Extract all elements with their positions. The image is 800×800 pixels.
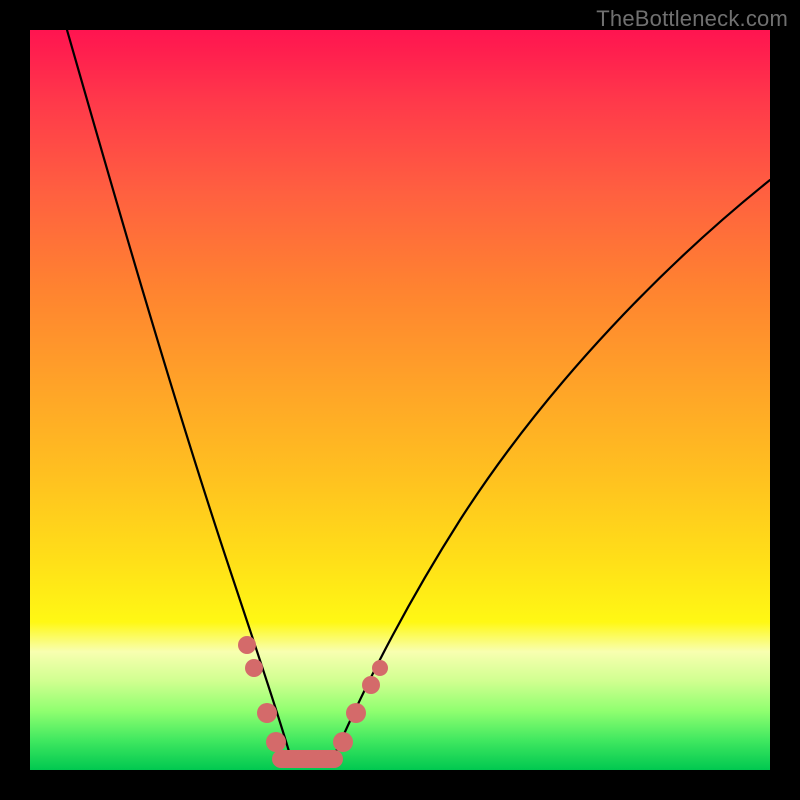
marker-dot [257, 703, 277, 723]
marker-dot [266, 732, 286, 752]
curve-left-branch [67, 30, 293, 765]
marker-dot [333, 732, 353, 752]
marker-dot [245, 659, 263, 677]
marker-dot [372, 660, 388, 676]
marker-dot [238, 636, 256, 654]
marker-dot [346, 703, 366, 723]
chart-frame: TheBottleneck.com [0, 0, 800, 800]
chart-svg [30, 30, 770, 770]
marker-dot [362, 676, 380, 694]
curve-right-branch [330, 180, 770, 765]
plot-area [30, 30, 770, 770]
watermark-text: TheBottleneck.com [596, 6, 788, 32]
